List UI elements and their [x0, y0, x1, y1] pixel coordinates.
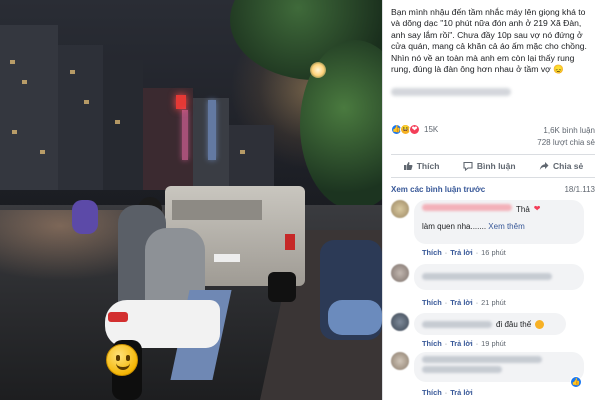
comment-reply-link[interactable]: Trả lời — [450, 388, 473, 397]
street-light — [310, 62, 326, 78]
building — [58, 45, 103, 190]
comment-reply-link[interactable]: Trả lời — [450, 248, 473, 257]
truck-bed-cargo — [172, 200, 262, 220]
reaction-count[interactable]: 15K — [424, 125, 438, 134]
like-label: Thích — [416, 161, 440, 171]
comment-reply-link[interactable]: Trả lời — [450, 339, 473, 348]
building — [229, 125, 274, 195]
post-stats: 1,6K bình luận 728 lượt chia sẻ — [537, 125, 595, 149]
comment-like-link[interactable]: Thích — [422, 248, 442, 257]
comment-label: Bình luận — [476, 161, 516, 171]
comment: 👍 Thích · Trả lời — [391, 352, 595, 400]
blurred-comment-text — [422, 273, 552, 280]
building — [0, 25, 58, 190]
comment: đi đâu thế Thích · Trả lời · 19 phút — [391, 313, 595, 349]
avatar[interactable] — [391, 264, 409, 282]
comment-count[interactable]: 1,6K bình luận — [537, 125, 595, 137]
share-button[interactable]: Chia sẻ — [539, 161, 583, 171]
commenter-name[interactable] — [422, 204, 512, 211]
share-icon — [539, 162, 549, 170]
like-icon: 👍 — [570, 376, 582, 388]
share-count[interactable]: 728 lượt chia sẻ — [537, 137, 595, 149]
lit-window — [115, 120, 120, 124]
scooter-taillight — [108, 312, 128, 322]
comment-like-link[interactable]: Thích — [422, 388, 442, 397]
parked-motorbike — [328, 300, 382, 335]
love-icon: ❤ — [409, 124, 420, 135]
comment-bubble: Thả ❤ làm quen nha....... Xem thêm — [414, 200, 584, 244]
blurred-comment-text — [422, 356, 542, 363]
heart-icon: ❤ — [533, 204, 541, 213]
neon-sign — [208, 100, 216, 160]
reactions-summary[interactable]: 👍 😆 ❤ 15K 1,6K bình luận 728 lượt chia s… — [391, 122, 595, 147]
comment-like-link[interactable]: Thích — [422, 339, 442, 348]
comment: Thích · Trả lời · 21 phút — [391, 264, 595, 307]
comment-text: Thả — [516, 204, 530, 214]
comment-meta: Thích · Trả lời · 16 phút — [422, 248, 506, 257]
comment-bubble: 👍 — [414, 352, 584, 388]
lit-window — [84, 100, 89, 104]
post-panel: Bạn mình nhậu đến tầm nhắc máy lên giọng… — [382, 0, 600, 400]
comment-bubble: đi đâu thế — [414, 313, 566, 335]
license-plate — [214, 254, 240, 262]
truck-taillight — [285, 234, 295, 250]
lit-window — [22, 80, 27, 84]
smiley-icon — [535, 319, 545, 329]
see-previous-comments[interactable]: Xem các bình luận trước 18/1.113 — [391, 185, 595, 194]
comment-text-line2: làm quen nha....... — [422, 222, 487, 231]
lit-window — [70, 70, 75, 74]
avatar[interactable] — [391, 352, 409, 370]
comment-meta: Thích · Trả lời — [422, 388, 473, 397]
scooter-rider — [72, 200, 98, 234]
comment-text: đi đâu thế — [496, 319, 532, 329]
lit-window — [240, 150, 245, 154]
blurred-text — [391, 88, 511, 96]
neon-sign — [176, 95, 186, 109]
like-button[interactable]: Thích — [403, 161, 440, 171]
building — [103, 60, 143, 190]
thumbs-up-icon — [403, 162, 413, 170]
comment-icon — [463, 161, 473, 171]
comment-time: 19 phút — [481, 339, 506, 348]
comment-time: 16 phút — [481, 248, 506, 257]
commenter-name[interactable] — [422, 320, 492, 328]
comment-pagination: 18/1.113 — [564, 185, 595, 194]
comment-bubble — [414, 264, 584, 290]
truck-wheel — [268, 272, 296, 302]
comment-meta: Thích · Trả lời · 21 phút — [422, 298, 506, 307]
comment-like-link[interactable]: Thích — [422, 298, 442, 307]
see-more-link[interactable]: Xem thêm — [488, 222, 524, 231]
lit-window — [12, 130, 17, 134]
blurred-comment-text — [422, 366, 502, 373]
lit-window — [40, 150, 45, 154]
avatar[interactable] — [391, 313, 409, 331]
comment-reply-link[interactable]: Trả lời — [450, 298, 473, 307]
comment-meta: Thích · Trả lời · 19 phút — [422, 339, 506, 348]
post-actions: Thích Bình luận Chia sẻ — [391, 154, 595, 178]
comment-time: 21 phút — [481, 298, 506, 307]
comment: Thả ❤ làm quen nha....... Xem thêm Thích… — [391, 200, 595, 257]
see-previous-link[interactable]: Xem các bình luận trước — [391, 185, 485, 194]
avatar[interactable] — [391, 200, 409, 218]
post-caption: Bạn mình nhậu đến tầm nhắc máy lên giọng… — [391, 7, 587, 75]
smiley-emoji-icon — [106, 344, 138, 376]
post-photo[interactable] — [0, 0, 382, 400]
lit-window — [10, 60, 15, 64]
neon-sign — [182, 110, 188, 160]
comment-button[interactable]: Bình luận — [463, 161, 516, 171]
share-label: Chia sẻ — [553, 161, 584, 171]
